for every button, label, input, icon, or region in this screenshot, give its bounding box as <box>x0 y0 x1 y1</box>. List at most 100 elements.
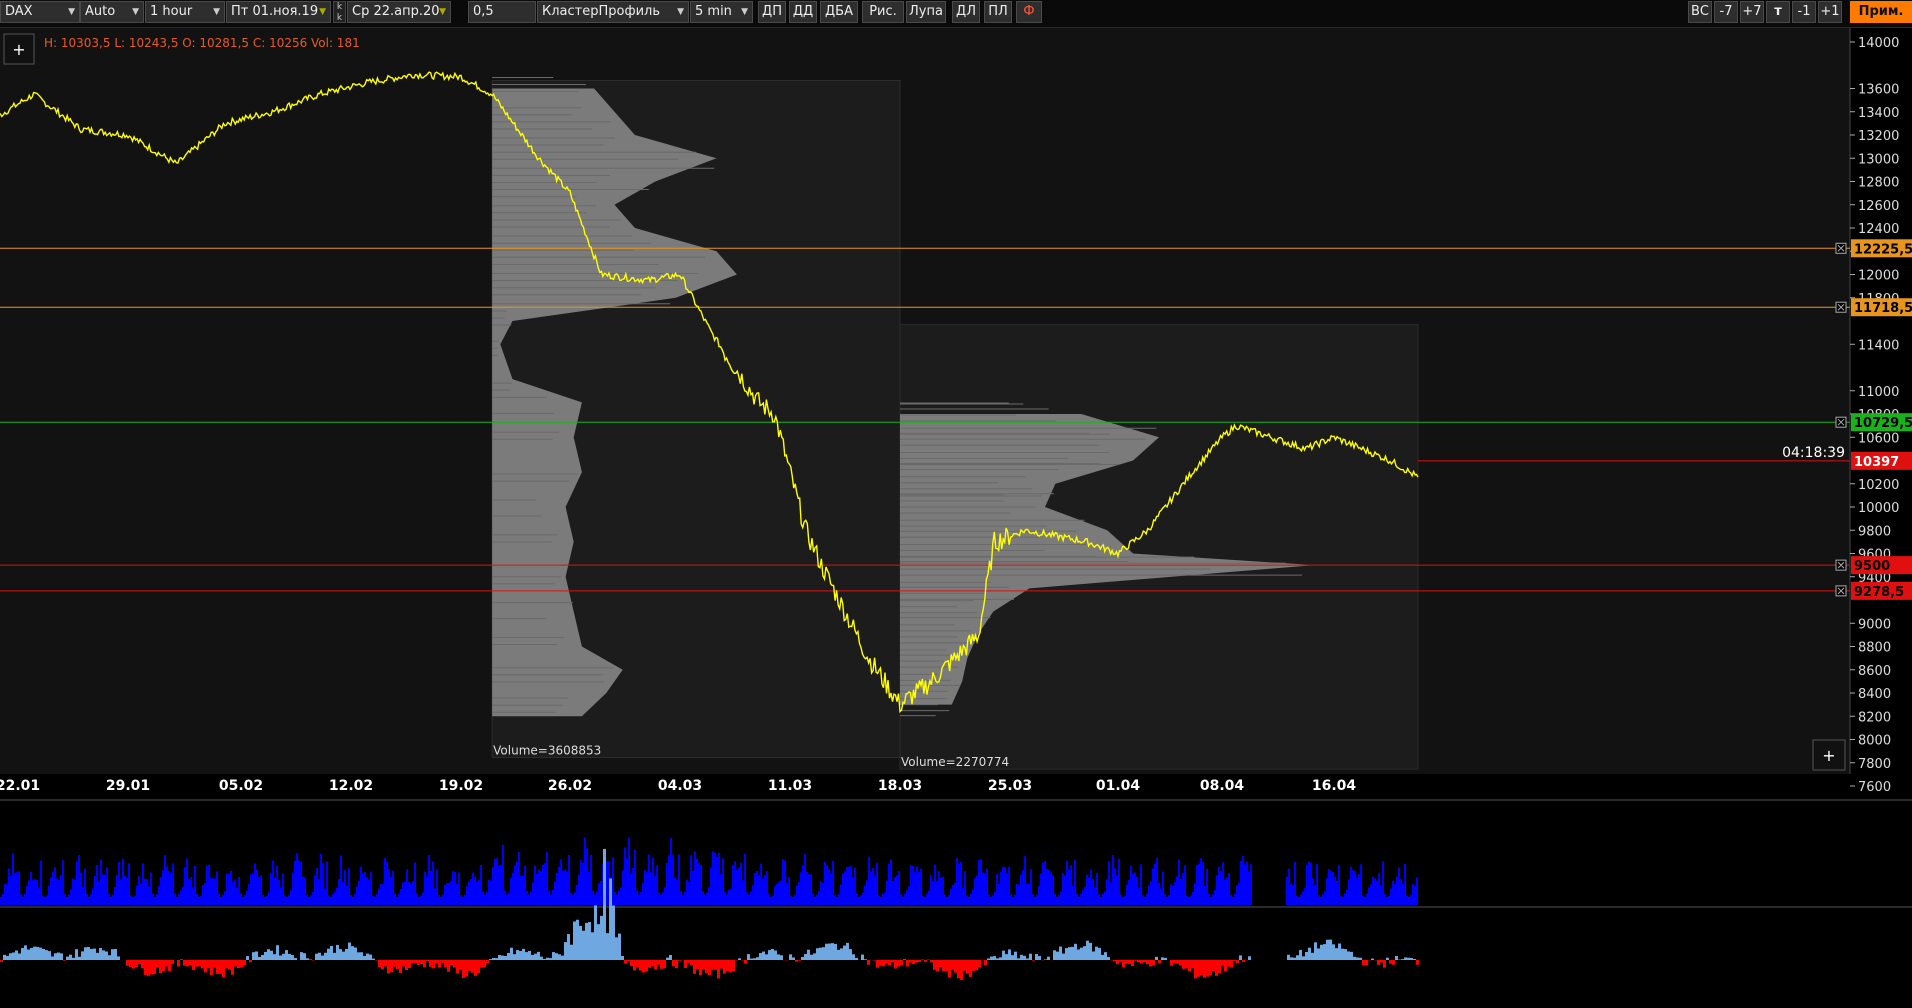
volume-bar <box>1296 895 1298 905</box>
volume-bar <box>308 897 310 905</box>
delta-bar-negative <box>720 960 723 969</box>
date-stepper[interactable]: kk <box>333 1 346 23</box>
volume-bar <box>974 878 976 905</box>
chart-canvas[interactable]: Volume=3608853 Volume=2270774 14000 13600 1… <box>0 28 1912 1008</box>
volume-bar <box>794 894 796 905</box>
scale-mode-select[interactable]: Auto ▼ <box>80 1 144 23</box>
delta-bar-negative <box>432 960 435 969</box>
volume-bar <box>478 880 480 905</box>
apply-button[interactable]: Прим. <box>1850 1 1912 23</box>
volume-bar <box>124 875 126 905</box>
volume-bar <box>1072 885 1074 905</box>
volume-bar <box>670 837 672 905</box>
volume-bar <box>134 895 136 905</box>
delta-bar-positive <box>537 951 540 960</box>
volume-bar <box>730 888 732 905</box>
delta-bar-positive <box>81 951 84 960</box>
delta-bar-positive <box>828 943 831 960</box>
delta-bar-negative <box>471 960 474 973</box>
stepper-down[interactable]: k <box>334 13 345 24</box>
volume-bar <box>474 876 476 905</box>
profile-volume-label: Volume=2270774 <box>901 755 1009 769</box>
t-button[interactable]: т <box>1766 1 1790 23</box>
volume-bar <box>504 890 506 905</box>
minus7-button[interactable]: -7 <box>1714 1 1738 23</box>
chevron-down-icon: ▼ <box>677 7 684 17</box>
tick-size-field[interactable]: 0,5 <box>468 1 536 23</box>
volume-bar <box>436 869 438 905</box>
volume-bar <box>416 893 418 905</box>
volume-bar <box>464 894 466 905</box>
volume-bar <box>746 892 748 905</box>
volume-bar <box>424 871 426 905</box>
symbol-select[interactable]: DAX ▼ <box>0 1 80 23</box>
volume-bar <box>60 874 62 905</box>
volume-bar <box>884 892 886 905</box>
volume-bar <box>276 865 278 905</box>
tool-pl-button[interactable]: ПЛ <box>984 1 1012 23</box>
tool-magnifier-button[interactable]: Лупа <box>906 1 946 23</box>
delta-bar-positive <box>1311 952 1314 960</box>
minus1-button[interactable]: -1 <box>1792 1 1816 23</box>
volume-bar <box>1070 865 1072 905</box>
volume-bar <box>1166 897 1168 905</box>
cluster-period-select[interactable]: 5 min ▼ <box>690 1 753 23</box>
volume-bar <box>1390 888 1392 905</box>
tool-dba-button[interactable]: ДБА <box>820 1 858 23</box>
delta-bar-negative <box>930 960 933 963</box>
delta-bar-positive <box>318 952 321 960</box>
y-tick-label: 8000 <box>1858 734 1891 749</box>
delta-bar-positive <box>570 944 573 960</box>
tool-dd-button[interactable]: ДД <box>789 1 817 23</box>
volume-bar <box>806 871 808 905</box>
volume-bar <box>840 884 842 905</box>
tool-draw-button[interactable]: Рис. <box>862 1 904 23</box>
delta-bar-positive <box>822 947 825 960</box>
volume-bar <box>518 852 520 905</box>
volume-bar <box>596 891 598 905</box>
volume-bar <box>706 892 708 905</box>
delta-bar-positive <box>1314 942 1317 960</box>
delta-bar-negative <box>630 960 633 967</box>
volume-bar <box>890 859 892 905</box>
volume-bar <box>980 859 982 905</box>
volume-bar <box>654 875 656 905</box>
delta-bar-negative <box>678 960 681 961</box>
reset-view-button[interactable]: ВС <box>1688 1 1712 23</box>
volume-bar <box>468 881 470 905</box>
font-button[interactable]: Ф <box>1016 1 1042 23</box>
delta-bar-positive <box>303 953 306 960</box>
chart-type-select[interactable]: КластерПрофиль ▼ <box>537 1 689 23</box>
timeframe-select[interactable]: 1 hour ▼ <box>145 1 225 23</box>
stepper-up[interactable]: k <box>334 2 345 13</box>
volume-bar <box>1114 868 1116 905</box>
delta-bar-positive <box>300 952 303 960</box>
delta-bar-negative <box>450 960 453 966</box>
volume-bar <box>790 895 792 905</box>
volume-bar <box>1178 859 1180 905</box>
volume-bar <box>750 891 752 905</box>
volume-bar <box>1404 864 1406 905</box>
y-tick-label: 12000 <box>1858 269 1899 284</box>
delta-bar-negative <box>693 960 696 974</box>
tool-dl-button[interactable]: ДЛ <box>952 1 980 23</box>
volume-bar <box>724 891 726 905</box>
volume-bar <box>1090 869 1092 905</box>
volume-bar <box>1158 882 1160 905</box>
volume-bar <box>64 894 66 905</box>
plus1-button[interactable]: +1 <box>1818 1 1842 23</box>
volume-bar <box>1002 866 1004 905</box>
tool-dp-button[interactable]: ДП <box>758 1 786 23</box>
delta-bar-negative <box>201 960 204 969</box>
delta-bar-positive <box>258 956 261 960</box>
delta-bar-positive <box>369 954 372 960</box>
volume-bar <box>1024 856 1026 905</box>
plus7-button[interactable]: +7 <box>1740 1 1764 23</box>
date-from-picker[interactable]: Пт 01.ноя.19 ▼ <box>226 1 331 23</box>
time-axis[interactable] <box>0 774 1850 798</box>
date-to-picker[interactable]: Ср 22.апр.20 ▼ <box>347 1 451 23</box>
volume-bar <box>878 895 880 905</box>
volume-bar <box>590 854 592 905</box>
volume-bar <box>314 875 316 905</box>
delta-bar-negative <box>186 960 189 967</box>
